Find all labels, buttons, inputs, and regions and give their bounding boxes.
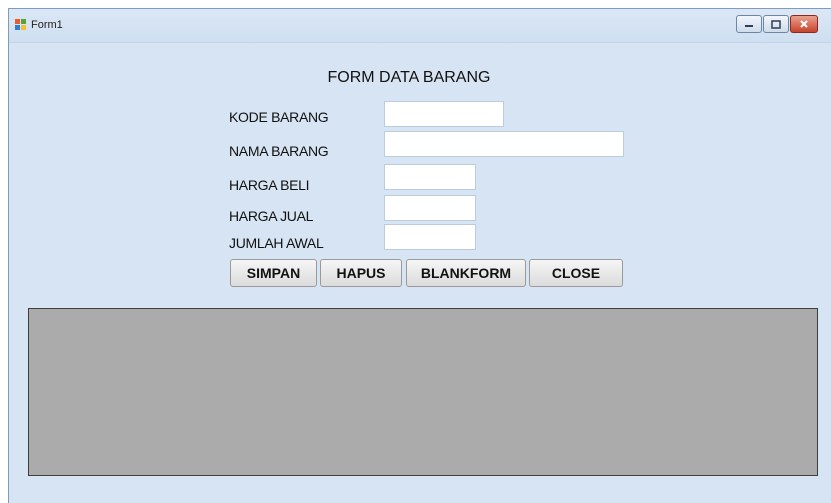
form-window: Form1 FORM DATA BARANG KODE BARANG NAMA …: [8, 8, 831, 503]
minimize-icon: [745, 25, 753, 27]
blankform-button[interactable]: BLANKFORM: [406, 259, 526, 287]
harga-jual-input[interactable]: [384, 195, 476, 221]
form-body: FORM DATA BARANG KODE BARANG NAMA BARANG…: [9, 43, 831, 503]
maximize-button[interactable]: [763, 15, 789, 33]
nama-barang-input[interactable]: [384, 131, 624, 157]
app-icon: [15, 19, 27, 31]
data-grid[interactable]: [28, 308, 818, 476]
maximize-icon: [771, 19, 781, 29]
simpan-button[interactable]: SIMPAN: [230, 259, 317, 287]
close-button[interactable]: CLOSE: [529, 259, 623, 287]
form-heading: FORM DATA BARANG: [327, 69, 491, 86]
nama-barang-label: NAMA BARANG: [229, 143, 329, 159]
kode-barang-input[interactable]: [384, 101, 504, 127]
title-bar[interactable]: Form1: [9, 9, 831, 43]
harga-beli-input[interactable]: [384, 164, 476, 190]
hapus-button[interactable]: HAPUS: [320, 259, 402, 287]
harga-jual-label: HARGA JUAL: [229, 208, 314, 224]
minimize-button[interactable]: [736, 15, 762, 33]
close-window-button[interactable]: [790, 15, 818, 33]
jumlah-awal-label: JUMLAH AWAL: [229, 235, 324, 251]
window-title: Form1: [31, 19, 63, 31]
close-icon: [800, 20, 808, 28]
kode-barang-label: KODE BARANG: [229, 109, 329, 125]
jumlah-awal-input[interactable]: [384, 224, 476, 250]
harga-beli-label: HARGA BELI: [229, 177, 310, 193]
